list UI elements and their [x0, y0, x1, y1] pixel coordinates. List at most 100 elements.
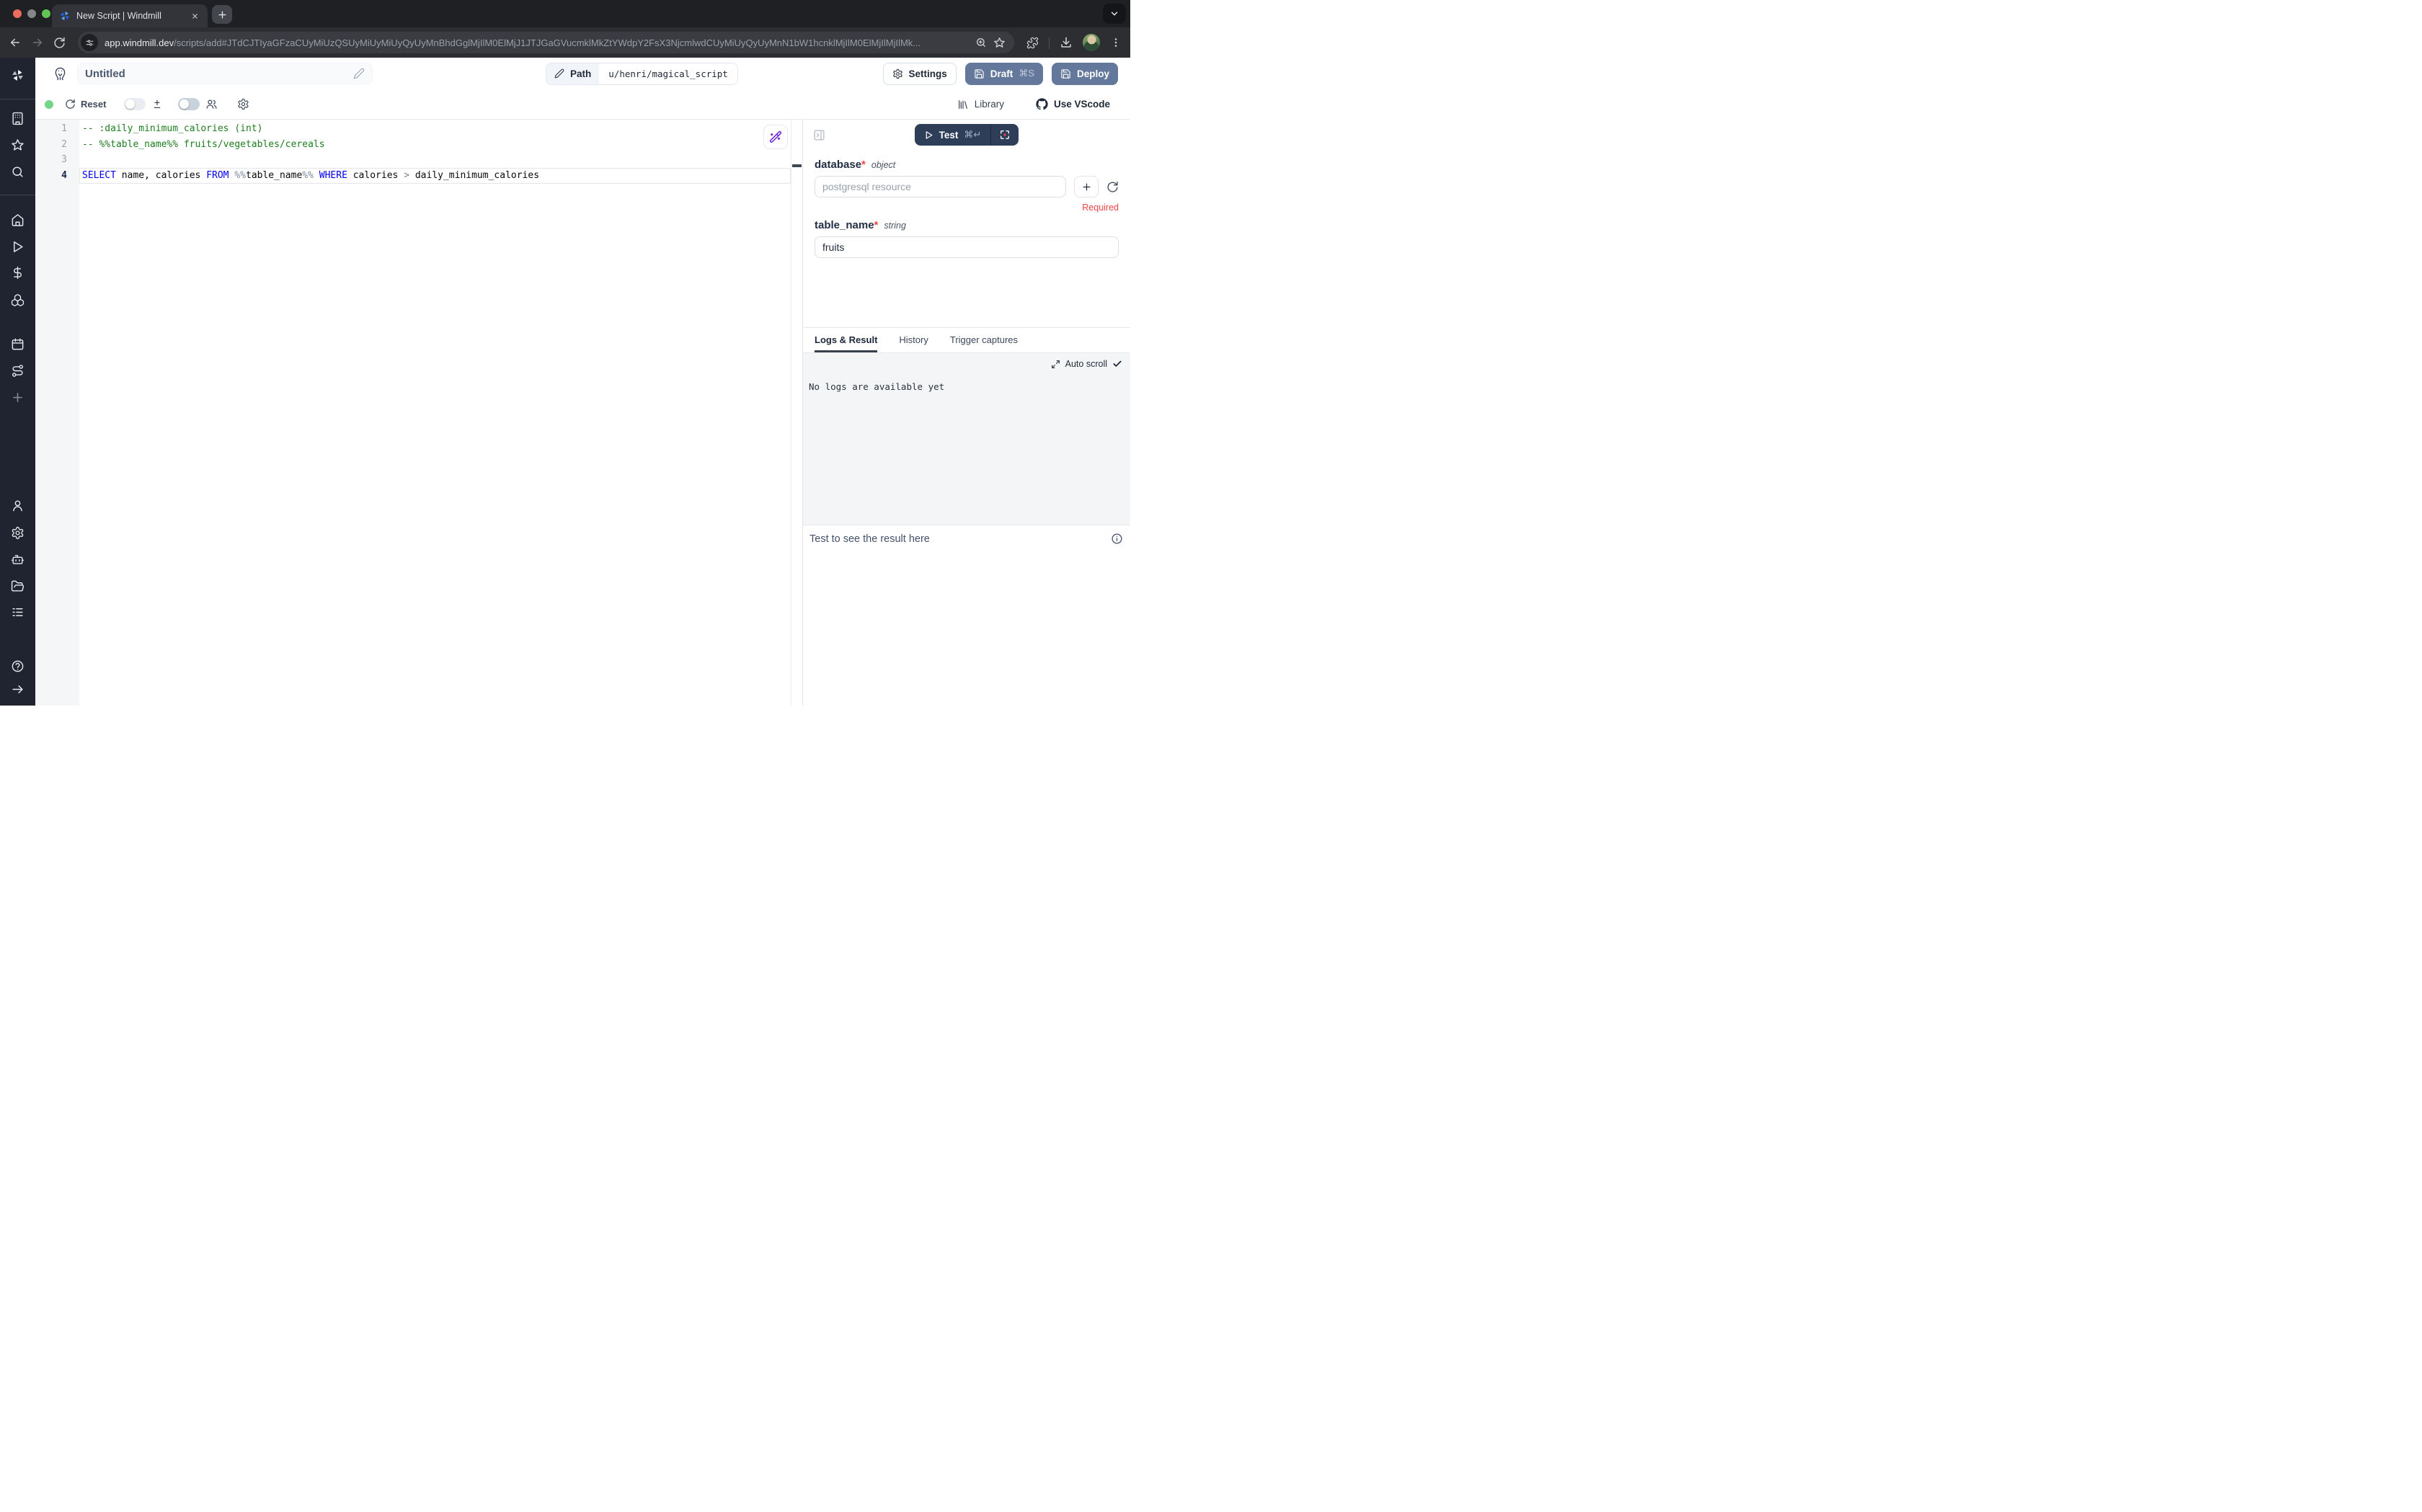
sidebar-item-folders-folder-open-icon[interactable]	[11, 579, 25, 593]
windmill-favicon-icon	[59, 10, 71, 22]
address-bar[interactable]: app.windmill.dev/scripts/add#JTdCJTIyaGF…	[78, 32, 1014, 53]
gear-icon	[892, 68, 903, 79]
back-button[interactable]	[9, 36, 22, 49]
tab-search-button[interactable]	[1103, 4, 1126, 24]
sidebar-item-search-icon[interactable]	[11, 164, 25, 179]
sidebar-item-workspace-building-icon[interactable]	[11, 111, 25, 125]
profile-avatar[interactable]	[1083, 34, 1100, 51]
sidebar-item-audit-list-icon[interactable]	[11, 605, 25, 619]
save-icon	[974, 68, 985, 79]
new-tab-button[interactable]	[212, 5, 232, 24]
sidebar-item-runs-play-icon[interactable]	[11, 239, 25, 254]
zoom-window-button[interactable]	[42, 9, 50, 18]
library-button[interactable]: Library	[957, 99, 1004, 110]
sidebar-item-home-icon[interactable]	[11, 213, 25, 227]
windmill-logo-icon[interactable]	[11, 68, 25, 82]
panel-collapse-icon[interactable]	[813, 129, 825, 141]
table-name-input[interactable]	[815, 236, 1119, 258]
sidebar-item-variables-dollar-icon[interactable]	[11, 265, 25, 280]
test-button-main[interactable]: Test ⌘↵	[915, 124, 991, 146]
browser-toolbar: app.windmill.dev/scripts/add#JTdCJTIyaGF…	[0, 27, 1130, 58]
path-pill[interactable]: Path u/henri/magical_script	[546, 63, 738, 85]
url-text: app.windmill.dev/scripts/add#JTdCJTIyaGF…	[105, 37, 969, 48]
plus-icon	[217, 9, 228, 20]
path-value: u/henri/magical_script	[599, 63, 737, 84]
code-line-2: -- %%table_name%% fruits/vegetables/cere…	[82, 137, 791, 153]
sidebar-item-resources-boxes-icon[interactable]	[11, 293, 25, 307]
add-resource-button[interactable]	[1074, 176, 1099, 197]
refresh-resources-button[interactable]	[1106, 181, 1119, 193]
tab-history[interactable]: History	[899, 328, 928, 352]
editor-settings-gear-icon[interactable]	[237, 98, 249, 110]
script-name-field[interactable]: Untitled	[77, 63, 373, 84]
table-name-field-type: string	[884, 221, 906, 231]
toolbar-right: Library Use VScode	[957, 98, 1110, 110]
main-area: Untitled Path u/henri/magical_script	[35, 58, 1130, 706]
browser-tab[interactable]: New Script | Windmill	[52, 4, 208, 27]
sidebar-item-settings-gear-icon[interactable]	[11, 525, 25, 540]
window-controls[interactable]	[13, 9, 50, 18]
save-icon	[1060, 68, 1071, 79]
diff-mode-toggle[interactable]	[124, 98, 146, 110]
auto-scroll-control[interactable]: Auto scroll	[809, 359, 1122, 369]
sidebar	[0, 58, 35, 706]
capture-mode-button[interactable]	[991, 124, 1019, 146]
sidebar-item-add-plus-icon[interactable]	[11, 390, 25, 404]
code-editor[interactable]: 1 2 3 4 -- :daily_minimum_calories (int)…	[35, 120, 802, 706]
path-label-segment: Path	[546, 63, 599, 84]
diff-icon	[151, 99, 163, 110]
tab-logs-result[interactable]: Logs & Result	[815, 328, 877, 352]
required-marker: *	[861, 159, 866, 171]
sidebar-item-schedules-calendar-icon[interactable]	[11, 337, 25, 351]
workspace: 1 2 3 4 -- :daily_minimum_calories (int)…	[35, 120, 1130, 706]
sidebar-item-workers-robot-icon[interactable]	[11, 552, 25, 566]
extensions-puzzle-icon[interactable]	[1026, 37, 1039, 49]
bookmark-star-icon[interactable]	[993, 37, 1006, 49]
sidebar-item-help-icon[interactable]	[11, 659, 25, 673]
right-panel: Test ⌘↵ database* object	[802, 120, 1130, 706]
database-input-row	[815, 176, 1119, 197]
reset-button[interactable]: Reset	[65, 99, 106, 110]
logs-empty-message: No logs are available yet	[809, 381, 1122, 392]
download-icon[interactable]	[1060, 36, 1073, 49]
browser-actions	[1026, 34, 1122, 51]
plus-icon	[1081, 182, 1092, 192]
script-name: Untitled	[85, 68, 353, 80]
deploy-button[interactable]: Deploy	[1052, 63, 1118, 85]
database-input[interactable]	[815, 176, 1066, 197]
table-name-field-label: table_name*	[815, 219, 878, 231]
draft-label: Draft	[990, 68, 1013, 79]
editor-scrollbar[interactable]	[791, 120, 802, 706]
reload-button[interactable]	[53, 37, 66, 49]
collab-mode-toggle[interactable]	[178, 98, 200, 110]
sidebar-expand-arrow-icon[interactable]	[11, 682, 25, 696]
line-number-active: 4	[35, 168, 79, 184]
status-dot	[45, 100, 53, 109]
forward-button[interactable]	[31, 36, 44, 49]
sidebar-item-triggers-route-icon[interactable]	[11, 363, 25, 378]
site-info-button[interactable]	[81, 34, 98, 51]
test-button[interactable]: Test ⌘↵	[915, 124, 1019, 146]
close-window-button[interactable]	[13, 9, 22, 18]
path-label: Path	[570, 68, 591, 79]
draft-button[interactable]: Draft ⌘S	[965, 63, 1043, 85]
tab-trigger-captures[interactable]: Trigger captures	[950, 328, 1018, 352]
use-vscode-label: Use VScode	[1054, 99, 1110, 110]
info-icon[interactable]	[1111, 533, 1123, 545]
panel-tabs: Logs & Result History Trigger captures	[803, 327, 1130, 353]
sidebar-item-user-icon[interactable]	[11, 498, 25, 512]
url-path: /scripts/add#JTdCJTIyaGFzaCUyMiUzQSUyMiU…	[174, 37, 921, 48]
settings-button[interactable]: Settings	[883, 63, 957, 85]
ai-assistant-button[interactable]	[763, 125, 788, 149]
result-header: Test to see the result here	[809, 533, 1123, 545]
postgresql-elephant-icon	[53, 66, 68, 81]
sidebar-item-favorites-star-icon[interactable]	[11, 138, 25, 152]
browser-menu-icon[interactable]	[1110, 37, 1122, 48]
use-vscode-button[interactable]: Use VScode	[1036, 98, 1110, 110]
zoom-in-icon[interactable]	[975, 37, 987, 48]
library-label: Library	[975, 99, 1004, 110]
edit-pencil-icon[interactable]	[353, 68, 365, 79]
expand-icon[interactable]	[1051, 360, 1060, 369]
tab-close-icon[interactable]	[189, 10, 200, 22]
minimize-window-button[interactable]	[27, 9, 36, 18]
